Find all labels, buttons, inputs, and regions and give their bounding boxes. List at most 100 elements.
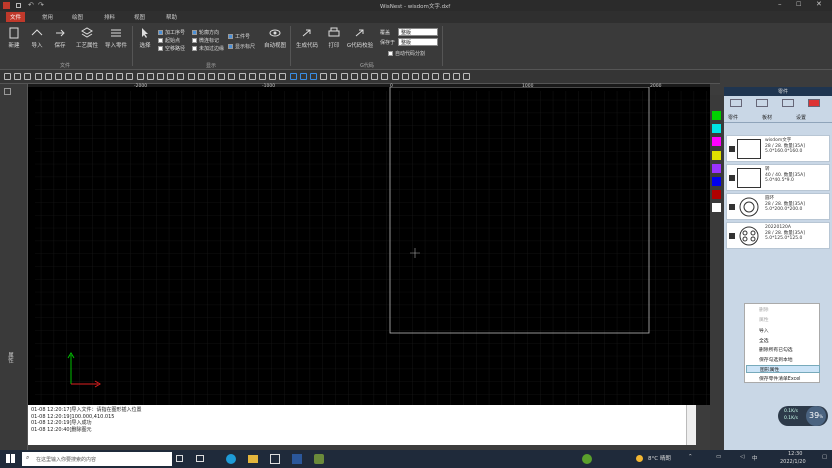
toolbar-tool-icon[interactable]: [442, 73, 450, 80]
menu-file[interactable]: 文件: [6, 12, 26, 22]
auto-view-button[interactable]: 自动视图: [262, 25, 288, 49]
close-button[interactable]: ✕: [816, 0, 822, 8]
part-item[interactable]: 圆环 28 / 28. 数量[35A] 5.0*200.0*200.0: [726, 193, 830, 220]
toolbar-tool-icon[interactable]: [432, 73, 440, 80]
field2-input[interactable]: 整版: [398, 38, 438, 46]
toolbar-tool-icon[interactable]: [381, 73, 389, 80]
volume-icon[interactable]: ◁: [740, 454, 744, 460]
toolbar-tool-icon[interactable]: [106, 73, 113, 80]
toolbar-tool-icon[interactable]: [34, 73, 42, 80]
toolbar-tool-icon[interactable]: [75, 73, 83, 80]
list-icon[interactable]: [730, 99, 742, 107]
task-view-icon[interactable]: [176, 455, 183, 462]
toolbar-tool-icon[interactable]: [95, 73, 103, 80]
part-item[interactable]: wisdom文字 28 / 28. 数量[35A] 5.0*160.0*160.0: [726, 135, 830, 162]
check-auto-split[interactable]: 自动代码分割: [388, 50, 425, 57]
process-props-button[interactable]: 工艺属性: [74, 25, 100, 49]
check-contour-dir[interactable]: 轮廓方向: [192, 29, 219, 36]
undo-icon[interactable]: ↶: [28, 1, 34, 9]
network-icon[interactable]: ▭: [716, 454, 721, 460]
explorer-icon[interactable]: [248, 455, 258, 463]
ctx-properties[interactable]: 属性: [759, 316, 769, 323]
check-process-order[interactable]: 加工序号: [158, 29, 185, 36]
toolbar-tool-icon[interactable]: [228, 73, 236, 80]
toolbar-tool-icon[interactable]: [177, 73, 185, 80]
import-icon[interactable]: [782, 99, 794, 107]
ctx-import[interactable]: 导入: [759, 327, 769, 334]
menu-view[interactable]: 视图: [134, 13, 145, 21]
check-part-no[interactable]: 工件号: [228, 33, 250, 40]
toolbar-tool-icon[interactable]: [146, 73, 154, 80]
clock-time[interactable]: 12:30: [788, 451, 802, 457]
toolbar-tool-icon[interactable]: [116, 73, 124, 80]
toolbar-tool-icon[interactable]: [340, 73, 348, 80]
toolbar-tool-icon[interactable]: [14, 73, 22, 80]
toolbar-tool-icon[interactable]: [320, 73, 328, 80]
toolbar-tool-icon[interactable]: [422, 73, 430, 80]
field1-input[interactable]: 整版: [398, 28, 438, 36]
toolbar-tool-icon[interactable]: [136, 73, 144, 80]
toolbar-tool-icon[interactable]: [167, 73, 175, 80]
panel-tab-parts[interactable]: 零件: [728, 114, 738, 121]
panel-tab-settings[interactable]: 设置: [796, 114, 806, 121]
word-icon[interactable]: [292, 454, 302, 464]
toolbar-tool-icon[interactable]: [85, 73, 93, 80]
edge-icon[interactable]: [226, 454, 236, 464]
select-button[interactable]: 选择: [134, 25, 156, 49]
delete-icon[interactable]: [808, 99, 820, 107]
toolbar-tool-icon[interactable]: [463, 73, 470, 80]
toolbar-tool-icon[interactable]: [187, 73, 195, 80]
toolbar-tool-icon[interactable]: [157, 73, 164, 80]
gen-code-button[interactable]: 生成代码: [294, 25, 320, 49]
menu-common[interactable]: 常用: [42, 13, 53, 21]
toolbar-tool-icon[interactable]: [248, 73, 256, 80]
toolbar-tool-icon[interactable]: [55, 73, 62, 80]
toolbar-tool-icon[interactable]: [218, 73, 226, 80]
menu-help[interactable]: 帮助: [166, 13, 177, 21]
layer-color-swatch[interactable]: [712, 177, 721, 186]
layer-color-swatch[interactable]: [712, 203, 721, 213]
properties-tab[interactable]: 属性: [6, 352, 14, 363]
redo-icon[interactable]: ↷: [38, 1, 44, 9]
clock-date[interactable]: 2022/1/20: [780, 459, 806, 465]
toolbar-tool-icon[interactable]: [361, 73, 368, 80]
part-checkbox[interactable]: [729, 204, 735, 210]
notification-icon[interactable]: ▢: [822, 454, 827, 460]
toolbar-tool-icon[interactable]: [310, 73, 317, 80]
layer-color-swatch[interactable]: [712, 190, 721, 200]
new-button[interactable]: 新建: [3, 25, 25, 49]
toolbar-tool-icon[interactable]: [197, 73, 205, 80]
ctx-export-excel[interactable]: 保存零件清单Excel: [759, 375, 801, 382]
import-button[interactable]: 导入: [26, 25, 48, 49]
check-idle-path[interactable]: 空移路径: [158, 45, 185, 52]
sort-icon[interactable]: [756, 99, 768, 107]
toolbar-tool-icon[interactable]: [4, 73, 11, 80]
layer-color-swatch[interactable]: [712, 163, 721, 173]
check-start-point[interactable]: 起始点: [158, 37, 180, 44]
save-button[interactable]: 保存: [49, 25, 71, 49]
drawing-canvas[interactable]: [28, 87, 710, 405]
toolbar-tool-icon[interactable]: [299, 73, 307, 80]
app-icon[interactable]: [270, 454, 280, 464]
quick-save-icon[interactable]: [16, 3, 21, 8]
log-scrollbar[interactable]: [686, 405, 696, 445]
import-part-button[interactable]: 导入零件: [103, 25, 129, 49]
part-checkbox[interactable]: [729, 146, 735, 152]
toolbar-tool-icon[interactable]: [371, 73, 379, 80]
part-checkbox[interactable]: [729, 175, 735, 181]
toolbar-tool-icon[interactable]: [259, 73, 266, 80]
sidebar-pin-icon[interactable]: [4, 88, 11, 95]
ctx-save-checked[interactable]: 保存勾选到本地: [759, 356, 793, 363]
minimize-button[interactable]: –: [778, 0, 782, 8]
start-button[interactable]: [6, 454, 15, 463]
layer-color-swatch[interactable]: [712, 137, 721, 147]
part-item[interactable]: 转 40 / 40. 数量[35A] 5.0*40.5*9.0: [726, 164, 830, 191]
tray-app-icon[interactable]: [582, 454, 592, 464]
layer-color-swatch[interactable]: [712, 124, 721, 134]
toolbar-tool-icon[interactable]: [279, 73, 287, 80]
toolbar-tool-icon[interactable]: [412, 73, 419, 80]
part-checkbox[interactable]: [729, 233, 735, 239]
toolbar-tool-icon[interactable]: [44, 73, 52, 80]
layer-color-swatch[interactable]: [712, 150, 721, 160]
widgets-icon[interactable]: [196, 455, 204, 462]
